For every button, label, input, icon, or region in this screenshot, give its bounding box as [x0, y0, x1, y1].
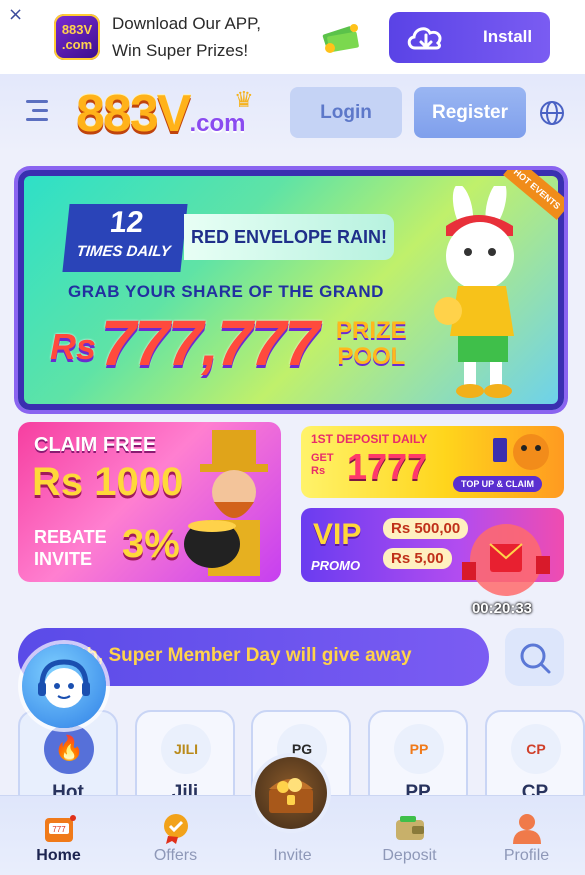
register-button[interactable]: Register [414, 87, 526, 138]
download-promo-text: Download Our APP, Win Super Prizes! [112, 10, 261, 64]
nav-profile[interactable]: Profile [468, 796, 585, 875]
menu-icon[interactable] [24, 98, 52, 124]
red-envelope-title: RED ENVELOPE RAIN! [184, 214, 394, 260]
app-download-bar: × 883V .com Download Our APP, Win Super … [0, 0, 585, 74]
vip-amount-b: Rs 5,00 [383, 548, 452, 569]
pp-logo-icon: PP [394, 724, 444, 774]
app-logo-suffix: .com [61, 37, 93, 52]
user-icon [513, 814, 541, 844]
get-label: GET Rs [311, 452, 334, 478]
prize-line-2: POOL [337, 343, 406, 370]
cloud-download-icon [407, 27, 442, 50]
times-daily-badge: 12 TIMES DAILY [62, 204, 188, 272]
wallet-icon [396, 816, 424, 840]
rebate-percent: 3% [122, 522, 180, 566]
nav-label: Invite [273, 847, 312, 864]
search-button[interactable] [505, 628, 564, 686]
download-line-1: Download Our APP, [112, 14, 261, 33]
claim-free-banner[interactable]: CLAIM FREE Rs 1000 REBATE INVITE 3% [18, 422, 281, 582]
install-button[interactable]: Install [389, 12, 550, 63]
flame-icon: 🔥 [44, 724, 94, 774]
promo-text: PROMO [311, 558, 361, 573]
times-text: TIMES DAILY [75, 243, 172, 260]
category-pp[interactable]: PP PP [368, 710, 468, 808]
slot-machine-icon: 777 [45, 815, 76, 842]
close-icon[interactable]: × [8, 4, 23, 25]
rebate-line-1: REBATE [34, 527, 107, 547]
offers-badge-icon [164, 814, 188, 844]
tiger-image [493, 434, 549, 470]
customer-support-button[interactable] [22, 644, 106, 728]
site-logo-text: 883V [76, 85, 191, 143]
deposit-bonus-amount: 1777 [347, 446, 428, 487]
headset-icon [38, 659, 90, 708]
category-cp[interactable]: CP CP [485, 710, 585, 808]
jili-logo-icon: JILI [161, 724, 211, 774]
treasure-chest-icon [269, 778, 313, 813]
cp-logo-icon: CP [511, 724, 561, 774]
login-button[interactable]: Login [290, 87, 402, 138]
claim-free-text: CLAIM FREE [34, 434, 157, 456]
nav-label: Profile [503, 847, 550, 864]
nav-label: Deposit [382, 847, 437, 864]
currency-label: Rs [50, 326, 97, 367]
top-up-claim-tag: TOP UP & CLAIM [453, 476, 543, 492]
rebate-invite-text: REBATE INVITE [34, 526, 107, 570]
event-countdown-timer: 00:20:33 [471, 600, 533, 617]
times-number: 12 [108, 206, 146, 239]
install-label: Install [483, 27, 533, 46]
nav-label: Home [36, 847, 81, 864]
red-envelope-banner[interactable]: 12 TIMES DAILY RED ENVELOPE RAIN! GRAB Y… [18, 170, 564, 410]
nav-offers[interactable]: Offers [117, 796, 234, 875]
site-logo-suffix: .com [189, 110, 246, 137]
marquee-text: th, Super Member Day will give away [80, 645, 412, 666]
invite-button[interactable] [255, 757, 327, 829]
globe-icon[interactable] [539, 100, 565, 126]
crown-icon: ♛ [234, 88, 254, 113]
app-logo: 883V .com [54, 14, 100, 60]
claim-amount: Rs 1000 [32, 460, 184, 504]
prize-pool-label: PRIZE POOL [336, 318, 407, 370]
first-deposit-banner[interactable]: 1ST DEPOSIT DAILY GET Rs 1777 TOP UP & C… [301, 426, 564, 498]
download-line-2: Win Super Prizes! [112, 41, 249, 60]
grab-share-text: GRAB YOUR SHARE OF THE GRAND [68, 282, 384, 301]
category-jili[interactable]: JILI Jili [135, 710, 235, 808]
prize-value: 777,777 [100, 307, 319, 379]
app-logo-text: 883V [61, 22, 93, 37]
search-icon [520, 643, 551, 674]
get-line-2: Rs [311, 465, 326, 477]
nav-label: Offers [153, 847, 198, 864]
svg-text:777: 777 [52, 825, 66, 834]
site-logo[interactable]: 883V.com [76, 84, 245, 144]
red-envelope-gift-icon[interactable] [452, 514, 560, 604]
get-line-1: GET [311, 452, 334, 464]
prize-amount: Rs 777,777 [50, 306, 320, 380]
site-header: 883V.com ♛ Login Register [0, 74, 585, 154]
rebate-line-2: INVITE [34, 549, 93, 569]
bunny-mascot-image [434, 186, 514, 398]
nav-home[interactable]: 777 Home [0, 796, 117, 875]
vip-text: VIP [313, 518, 362, 551]
money-icon [322, 24, 359, 53]
leprechaun-image [184, 430, 268, 576]
first-deposit-text: 1ST DEPOSIT DAILY [311, 432, 428, 446]
prize-line-1: PRIZE [336, 317, 407, 344]
nav-deposit[interactable]: Deposit [351, 796, 468, 875]
